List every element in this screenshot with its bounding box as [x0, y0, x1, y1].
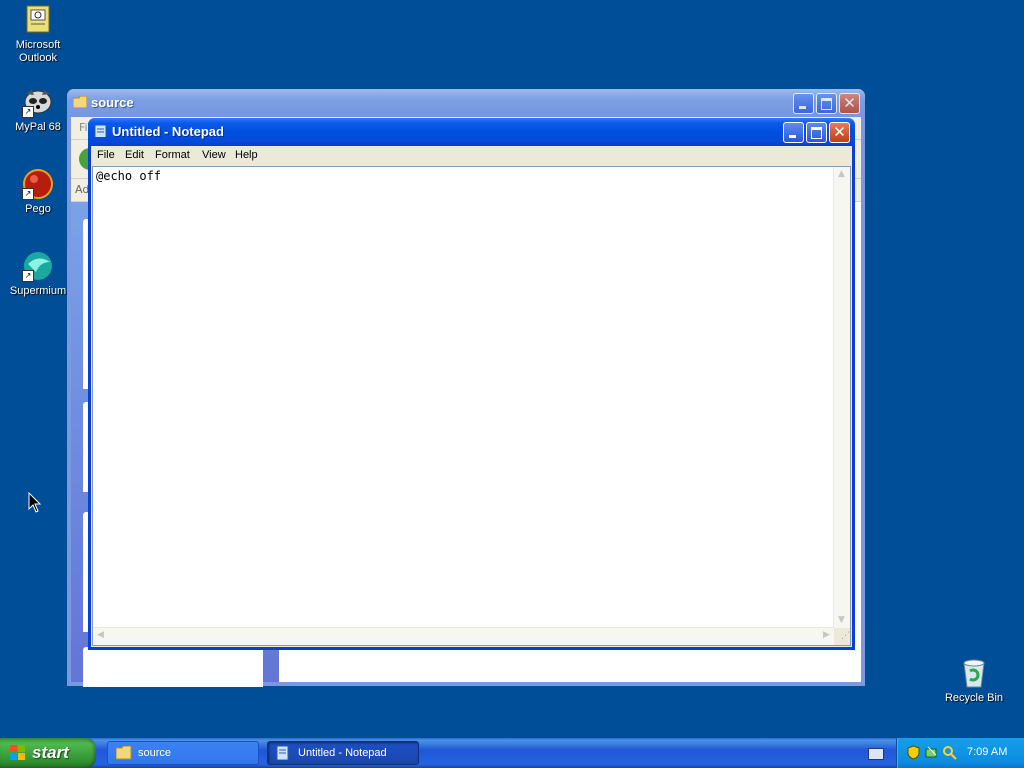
horizontal-scrollbar[interactable]: ◀ ▶	[93, 627, 834, 645]
folder-icon	[116, 746, 132, 760]
taskbar-item-notepad[interactable]: Untitled - Notepad	[267, 741, 419, 765]
resize-grip-icon[interactable]: ⋰	[834, 628, 850, 645]
shortcut-arrow-icon: ↗	[22, 270, 34, 282]
desktop-icon-outlook[interactable]: Microsoft Outlook	[0, 4, 76, 65]
network-icon[interactable]	[924, 745, 939, 760]
menu-help[interactable]: Help	[235, 149, 258, 161]
vertical-scrollbar[interactable]: ▲ ▼	[833, 167, 850, 628]
mypal-icon: ↗	[22, 86, 54, 118]
notepad-menubar: File Edit Format View Help	[91, 146, 852, 166]
desktop-icon-label: Recycle Bin	[944, 692, 1004, 704]
minimize-button[interactable]	[783, 122, 804, 143]
notepad-titlebar[interactable]: Untitled - Notepad ✕	[88, 118, 855, 146]
desktop-icon-mypal[interactable]: ↗ MyPal 68	[0, 86, 76, 134]
close-icon: ✕	[843, 94, 856, 112]
menu-file[interactable]: File	[97, 149, 115, 161]
scroll-up-icon[interactable]: ▲	[834, 167, 849, 182]
minimize-icon	[789, 135, 796, 138]
pego-icon: ↗	[22, 168, 54, 200]
desktop-icon-pego[interactable]: ↗ Pego	[0, 168, 76, 216]
explorer-titlebar[interactable]: source ✕	[67, 89, 865, 117]
folder-icon	[73, 96, 87, 108]
menu-view[interactable]: View	[202, 149, 226, 161]
taskpane-block	[83, 647, 263, 687]
desktop-icon-supermium[interactable]: ↗ Supermium	[0, 250, 76, 298]
maximize-button[interactable]	[816, 93, 837, 114]
scroll-down-icon[interactable]: ▼	[834, 613, 849, 628]
notepad-text-area[interactable]: @echo off ▲ ▼ ◀ ▶ ⋰	[92, 166, 851, 646]
taskbar-item-label: Untitled - Notepad	[298, 747, 387, 759]
taskbar-clock[interactable]: 7:09 AM	[967, 746, 1007, 758]
close-icon: ✕	[833, 123, 846, 141]
scroll-left-icon[interactable]: ◀	[93, 628, 108, 643]
close-button[interactable]: ✕	[829, 122, 850, 143]
maximize-button[interactable]	[806, 122, 827, 143]
start-label: start	[32, 743, 69, 762]
minimize-button[interactable]	[793, 93, 814, 114]
desktop-icon-label: Supermium	[9, 285, 67, 297]
desktop-icon-label: Microsoft Outlook	[15, 39, 61, 64]
window-title: source	[91, 95, 134, 110]
supermium-icon: ↗	[22, 250, 54, 282]
minimize-icon	[799, 106, 806, 109]
notepad-text-content: @echo off	[96, 169, 162, 183]
notepad-window[interactable]: Untitled - Notepad ✕ File Edit Format Vi…	[88, 118, 855, 650]
system-tray: 7:09 AM	[896, 738, 1024, 768]
search-icon[interactable]	[942, 745, 957, 760]
shortcut-arrow-icon: ↗	[22, 188, 34, 200]
taskbar-item-label: source	[138, 747, 172, 759]
notepad-icon	[276, 746, 289, 760]
maximize-icon	[821, 98, 832, 110]
window-title: Untitled - Notepad	[112, 124, 224, 139]
mouse-cursor-icon	[28, 492, 42, 513]
notepad-client: File Edit Format View Help @echo off ▲ ▼…	[91, 146, 852, 647]
menu-format[interactable]: Format	[155, 149, 190, 161]
desktop-icon-recycle-bin[interactable]: Recycle Bin	[936, 657, 1012, 705]
scroll-right-icon[interactable]: ▶	[819, 628, 834, 643]
taskbar-item-source[interactable]: source	[107, 741, 259, 765]
maximize-icon	[811, 127, 822, 139]
close-button[interactable]: ✕	[839, 93, 860, 114]
menu-file-partial[interactable]: Fi	[79, 121, 88, 134]
recycle-bin-icon	[958, 657, 990, 689]
taskbar: start source Untitled - Notepad 7:09 AM	[0, 738, 1024, 768]
start-button[interactable]: start	[0, 738, 96, 768]
desktop-icon-label: MyPal 68	[15, 121, 61, 133]
shortcut-arrow-icon: ↗	[22, 106, 34, 118]
desktop-icon-label: Pego	[25, 203, 51, 215]
outlook-icon	[22, 4, 54, 36]
menu-edit[interactable]: Edit	[125, 149, 144, 161]
windows-flag-icon	[10, 745, 25, 760]
keyboard-icon[interactable]	[868, 748, 884, 760]
security-shield-icon[interactable]	[906, 745, 921, 760]
notepad-icon	[94, 125, 107, 137]
